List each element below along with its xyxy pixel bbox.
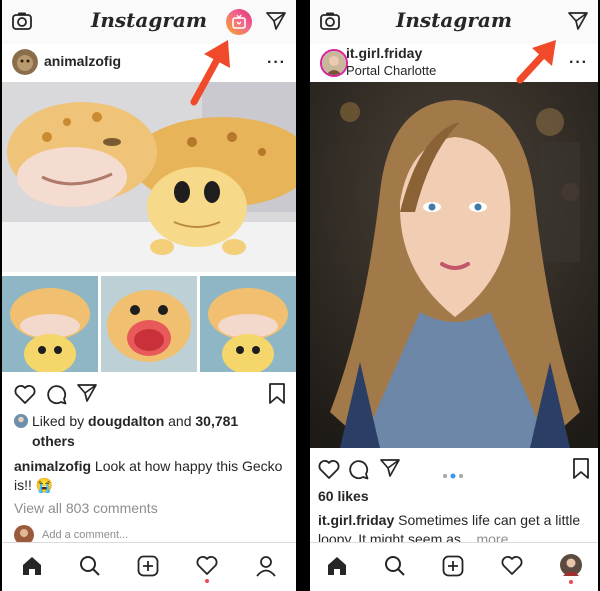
liked-by-prefix: Liked by — [32, 413, 85, 429]
add-post-icon[interactable] — [137, 555, 159, 582]
right-phone-screen: Instagram it.girl.friday Portal Charlott… — [310, 0, 598, 591]
post-photo-main — [2, 82, 296, 272]
home-icon[interactable] — [326, 555, 348, 582]
more-options-icon[interactable]: ··· — [267, 54, 286, 72]
post-photo-thumb-3 — [200, 276, 296, 372]
carousel-dot-active — [450, 473, 456, 479]
like-heart-icon[interactable] — [318, 459, 340, 484]
carousel-dot — [459, 474, 463, 478]
annotation-arrow-dm — [516, 40, 556, 84]
comment-icon[interactable] — [46, 384, 67, 410]
post-header: animalzofig ··· — [2, 44, 296, 82]
activity-heart-icon[interactable] — [196, 555, 218, 580]
igtv-icon[interactable] — [226, 9, 252, 35]
post-photo-thumb-2 — [101, 276, 197, 372]
likes-summary: Liked by dougdalton and 30,781 — [32, 412, 292, 431]
bookmark-icon[interactable] — [268, 383, 286, 410]
bottom-nav — [310, 542, 598, 591]
likes-count[interactable]: 60 likes — [318, 487, 369, 506]
liked-by-and: and — [168, 413, 192, 429]
likes-suffix[interactable]: others — [32, 432, 75, 451]
avatar[interactable] — [320, 49, 348, 77]
post-photo-portrait — [310, 82, 598, 448]
direct-message-icon[interactable] — [568, 12, 588, 35]
search-icon[interactable] — [384, 555, 406, 582]
view-comments-link[interactable]: View all 803 comments — [14, 499, 158, 518]
like-heart-icon[interactable] — [14, 384, 36, 409]
caption-username[interactable]: animalzofig — [14, 458, 91, 474]
liked-by-user[interactable]: dougdalton — [88, 413, 164, 429]
profile-avatar-icon[interactable] — [560, 554, 582, 581]
bottom-nav — [2, 542, 296, 591]
bookmark-icon[interactable] — [572, 458, 590, 485]
left-phone-screen: Instagram animalzofig ··· Liked by dougd… — [2, 0, 296, 591]
post-photo-thumb-1 — [2, 276, 98, 372]
carousel-dot — [443, 474, 447, 478]
post-username[interactable]: it.girl.friday — [346, 45, 422, 61]
annotation-arrow-igtv — [190, 40, 230, 106]
caption-username[interactable]: it.girl.friday — [318, 512, 394, 528]
home-icon[interactable] — [21, 555, 43, 582]
avatar[interactable] — [12, 49, 38, 75]
notification-dot — [205, 579, 209, 583]
post-username[interactable]: animalzofig — [44, 53, 121, 69]
likes-count[interactable]: 30,781 — [195, 413, 238, 429]
caption-emoji: 😭 — [35, 477, 54, 493]
notification-dot — [569, 580, 573, 584]
more-options-icon[interactable]: ··· — [569, 54, 588, 72]
profile-icon[interactable] — [255, 555, 277, 582]
comment-icon[interactable] — [348, 459, 369, 485]
post-caption: animalzofig Look at how happy this Gecko… — [14, 457, 284, 495]
carousel-indicator — [442, 466, 466, 484]
direct-message-icon[interactable] — [266, 12, 286, 35]
activity-heart-icon[interactable] — [501, 555, 523, 580]
app-logo: Instagram — [396, 8, 512, 32]
share-icon[interactable] — [77, 384, 97, 407]
liker-avatar[interactable] — [14, 414, 28, 433]
share-icon[interactable] — [380, 459, 400, 482]
search-icon[interactable] — [79, 555, 101, 582]
post-location[interactable]: Portal Charlotte — [346, 63, 436, 78]
add-post-icon[interactable] — [442, 555, 464, 582]
top-bar: Instagram — [2, 0, 296, 45]
